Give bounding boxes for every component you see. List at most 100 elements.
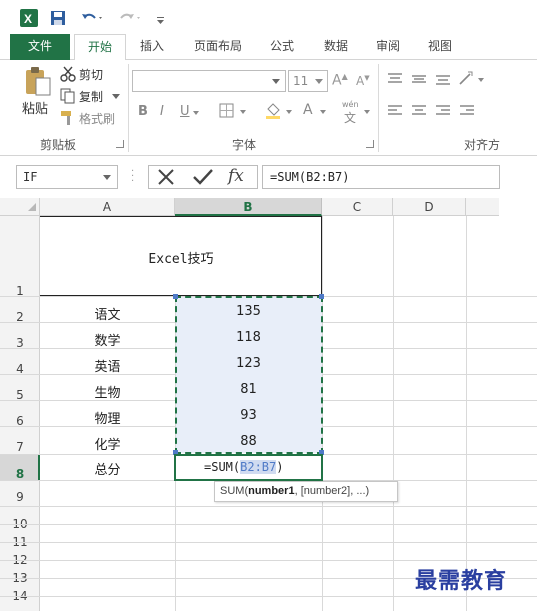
worksheet-grid[interactable]: A B C D 1 2 3 4 5 6 7 8 9 10 11 12 13 14 Excel技巧 语文 13… [0, 198, 537, 611]
cut-label: 剪切 [79, 68, 104, 82]
tab-insert[interactable]: 插入 [132, 34, 172, 60]
formula-input-value: =SUM(B2:B7) [270, 170, 350, 184]
insert-function-button[interactable]: fx [228, 166, 252, 188]
cut-button[interactable]: 剪切 [60, 66, 120, 82]
phonetic-button[interactable]: wén 文 [340, 100, 374, 125]
column-header-d[interactable]: D [393, 198, 466, 216]
row-header-8[interactable]: 8 [0, 467, 40, 481]
row-header-divider [0, 348, 40, 349]
decrease-font-icon[interactable]: A▼ [356, 74, 374, 90]
underline-label: U [180, 104, 190, 119]
align-top-icon[interactable] [386, 72, 404, 86]
ribbon-tabs: 文件 开始 插入 页面布局 公式 数据 审阅 视图 [0, 34, 537, 61]
total-label-cell[interactable]: 总分 [40, 459, 175, 478]
format-painter-button[interactable]: 格式刷 [60, 110, 122, 126]
row-header-divider [0, 596, 40, 597]
font-launcher-icon[interactable] [366, 140, 374, 148]
copy-button[interactable]: 复制 [60, 88, 122, 104]
edit-suffix: ) [276, 460, 284, 474]
score-cell[interactable]: 88 [175, 434, 322, 449]
tab-home[interactable]: 开始 [74, 34, 126, 61]
border-button[interactable] [216, 102, 252, 120]
row-header-9[interactable]: 9 [0, 490, 40, 504]
range-handle[interactable] [173, 294, 178, 299]
subject-cell[interactable]: 数学 [40, 330, 175, 349]
paste-button[interactable]: 粘贴 [18, 64, 58, 124]
score-cell[interactable]: 123 [175, 356, 322, 371]
watermark: 最需教育 [415, 568, 508, 594]
gridline-horizontal [40, 542, 537, 543]
save-icon[interactable] [50, 10, 66, 26]
chevron-down-icon [315, 79, 323, 84]
tab-page-layout[interactable]: 页面布局 [186, 34, 250, 60]
align-center-icon[interactable] [410, 104, 428, 118]
clipboard-group-label: 剪贴板 [40, 138, 77, 152]
fill-color-button[interactable] [264, 102, 298, 120]
clipboard-launcher-icon[interactable] [116, 140, 124, 148]
align-bottom-icon[interactable] [434, 72, 452, 86]
score-cell[interactable]: 118 [175, 330, 322, 345]
score-cell[interactable]: 135 [175, 304, 322, 319]
gridline-horizontal [40, 524, 537, 525]
checkmark-icon [193, 169, 213, 185]
cancel-entry-button[interactable] [156, 168, 176, 186]
undo-icon[interactable] [80, 10, 104, 26]
column-header-c[interactable]: C [322, 198, 393, 216]
increase-font-icon[interactable]: A▲ [332, 72, 350, 90]
row-header-divider [0, 296, 40, 297]
subject-cell[interactable]: 英语 [40, 356, 175, 375]
row-header-divider [0, 578, 40, 579]
font-name-dropdown[interactable] [132, 70, 286, 92]
font-group-label: 字体 [232, 138, 257, 152]
function-tooltip[interactable]: SUM(number1, [number2], ...) [214, 481, 398, 502]
score-cell[interactable]: 81 [175, 382, 322, 397]
tooltip-arg1: number1 [248, 485, 295, 497]
indent-icon[interactable] [458, 104, 476, 118]
row-header-7[interactable]: 7 [0, 440, 40, 454]
title-text: Excel技巧 [148, 252, 214, 267]
copy-marquee [175, 296, 323, 454]
font-size-dropdown[interactable]: 11 [288, 70, 328, 92]
subject-cell[interactable]: 化学 [40, 434, 175, 453]
align-left-icon[interactable] [386, 104, 404, 118]
italic-button[interactable]: I [160, 104, 164, 119]
row-header-divider [0, 560, 40, 561]
chevron-down-icon [193, 111, 199, 115]
name-box[interactable]: IF [16, 165, 118, 189]
align-middle-icon[interactable] [410, 72, 428, 86]
font-color-button[interactable]: A [300, 102, 330, 120]
tab-view[interactable]: 视图 [418, 34, 462, 60]
customize-qat-icon[interactable] [156, 12, 166, 26]
redo-icon[interactable] [118, 10, 142, 26]
score-cell[interactable]: 93 [175, 408, 322, 423]
formula-bar-grip-icon: · · · [131, 166, 135, 187]
tab-data[interactable]: 数据 [314, 34, 358, 60]
column-header-a[interactable]: A [40, 198, 175, 216]
phonetic-char: 文 [344, 111, 357, 125]
subject-cell[interactable]: 物理 [40, 408, 175, 427]
tab-formulas[interactable]: 公式 [260, 34, 304, 60]
svg-text:X: X [24, 12, 32, 26]
row-header-divider [0, 426, 40, 427]
subject-cell[interactable]: 语文 [40, 304, 175, 323]
confirm-entry-button[interactable] [192, 168, 214, 186]
select-all-triangle-icon [28, 203, 36, 211]
name-box-value: IF [23, 170, 38, 184]
column-header-b[interactable]: B [175, 198, 322, 216]
edit-range-ref: B2:B7 [240, 460, 277, 474]
formula-input[interactable]: =SUM(B2:B7) [262, 165, 500, 189]
tab-review[interactable]: 审阅 [366, 34, 410, 60]
format-painter-label: 格式刷 [79, 112, 116, 126]
underline-button[interactable]: U [180, 104, 204, 120]
orientation-icon[interactable] [458, 70, 488, 88]
paste-label: 粘贴 [22, 102, 49, 117]
subject-cell[interactable]: 生物 [40, 382, 175, 401]
tab-file[interactable]: 文件 [10, 34, 70, 60]
alignment-group-label: 对齐方 [464, 138, 501, 152]
align-right-icon[interactable] [434, 104, 452, 118]
row-header-divider [0, 400, 40, 401]
column-header-e[interactable] [466, 198, 499, 216]
bold-button[interactable]: B [138, 104, 148, 119]
range-handle[interactable] [319, 294, 324, 299]
chevron-down-icon [112, 94, 120, 99]
